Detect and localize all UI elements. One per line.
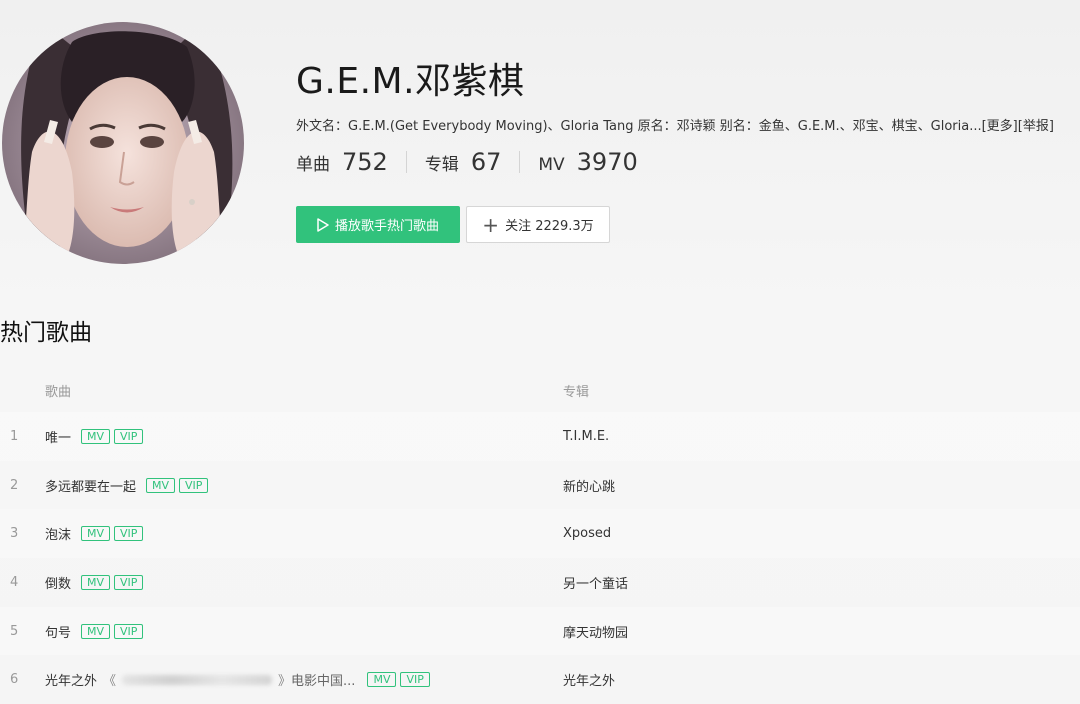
table-header: 歌曲 专辑 [0,368,1080,412]
table-row[interactable]: 2 多远都要在一起 MV VIP 新的心跳 [0,461,1080,510]
table-row[interactable]: 1 唯一 MV VIP T.I.M.E. [0,412,1080,461]
mv-tag[interactable]: MV [81,428,111,444]
artist-name: G.E.M.邓紫棋 [296,61,525,102]
table-row[interactable]: 6 光年之外 《 》 电影中国... MV VIP 光年之外 [0,655,1080,704]
header-album: 专辑 [563,384,590,400]
song-title[interactable]: 多远都要在一起 [45,476,136,495]
plus-icon: + [482,212,500,237]
album-name[interactable]: 光年之外 [563,670,1080,689]
hot-songs-table: 歌曲 专辑 1 唯一 MV VIP T.I.M.E. 2 多远都要在一起 MV … [0,368,1080,704]
mv-count: 3970 [576,148,638,176]
vip-tag: VIP [179,477,209,493]
row-number: 1 [10,428,19,444]
song-cell: 光年之外 《 》 电影中国... MV VIP [45,670,563,689]
song-cell: 泡沫 MV VIP [45,524,563,543]
album-name[interactable]: 摩天动物园 [563,622,1080,641]
stat-albums[interactable]: 专辑 67 [425,148,502,176]
open-quote: 《 [103,674,117,690]
row-number: 4 [10,574,19,590]
artist-stats: 单曲 752 专辑 67 MV 3970 [296,148,638,176]
vip-tag: VIP [114,623,144,639]
row-number: 2 [10,477,19,493]
close-quote: 》 [278,674,292,690]
play-button-label: 播放歌手热门歌曲 [334,219,439,234]
follow-button-label: 关注 2229.3万 [505,219,594,234]
singles-label: 单曲 [296,155,330,175]
album-name[interactable]: Xposed [563,526,1080,541]
song-title[interactable]: 泡沫 [45,524,71,543]
table-row[interactable]: 5 句号 MV VIP 摩天动物园 [0,606,1080,656]
singles-count: 752 [342,148,388,176]
song-title[interactable]: 倒数 [45,573,71,592]
stat-divider [405,151,407,173]
row-number: 3 [10,526,19,542]
report-link[interactable]: [举报] [1018,119,1054,134]
stat-singles[interactable]: 单曲 752 [296,148,388,176]
vip-tag: VIP [114,526,144,542]
row-number: 5 [10,623,19,639]
albums-count: 67 [470,148,502,176]
song-cell: 句号 MV VIP [45,622,563,641]
table-row[interactable]: 4 倒数 MV VIP 另一个童话 [0,558,1080,607]
song-title[interactable]: 句号 [45,622,71,641]
album-name[interactable]: T.I.M.E. [563,429,1080,444]
song-subtitle: 电影中国... [291,674,356,690]
song-cell: 多远都要在一起 MV VIP [45,476,563,495]
artist-alias-line: 外文名：G.E.M.(Get Everybody Moving)、Gloria … [296,115,1080,134]
play-triangle-icon [317,217,329,232]
mv-tag[interactable]: MV [81,623,111,639]
blurred-text [122,674,273,685]
follow-button[interactable]: + 关注 2229.3万 [466,206,610,243]
alias-text: 外文名：G.E.M.(Get Everybody Moving)、Gloria … [296,119,982,134]
mv-tag[interactable]: MV [81,574,111,590]
section-title: 热门歌曲 [0,320,92,346]
song-title[interactable]: 唯一 [45,427,71,446]
mv-tag[interactable]: MV [367,672,397,688]
album-name[interactable]: 新的心跳 [563,476,1080,495]
header-song: 歌曲 [45,384,72,400]
vip-tag: VIP [114,574,144,590]
vip-tag: VIP [400,672,430,688]
stat-mv[interactable]: MV 3970 [538,148,637,176]
row-number: 6 [10,672,19,688]
more-link[interactable]: [更多] [982,119,1018,134]
table-body: 1 唯一 MV VIP T.I.M.E. 2 多远都要在一起 MV VIP 新的… [0,412,1080,704]
artist-avatar [2,22,244,264]
albums-label: 专辑 [424,155,459,175]
table-row[interactable]: 3 泡沫 MV VIP Xposed [0,509,1080,559]
album-name[interactable]: 另一个童话 [563,573,1080,592]
song-cell: 倒数 MV VIP [45,573,563,592]
mv-tag[interactable]: MV [146,477,176,493]
stat-divider [519,151,521,173]
song-title[interactable]: 光年之外 [45,670,97,689]
mv-label: MV [538,155,565,175]
song-cell: 唯一 MV VIP [45,427,563,446]
play-hot-songs-button[interactable]: 播放歌手热门歌曲 [296,206,460,243]
vip-tag: VIP [114,428,144,444]
mv-tag[interactable]: MV [81,526,111,542]
